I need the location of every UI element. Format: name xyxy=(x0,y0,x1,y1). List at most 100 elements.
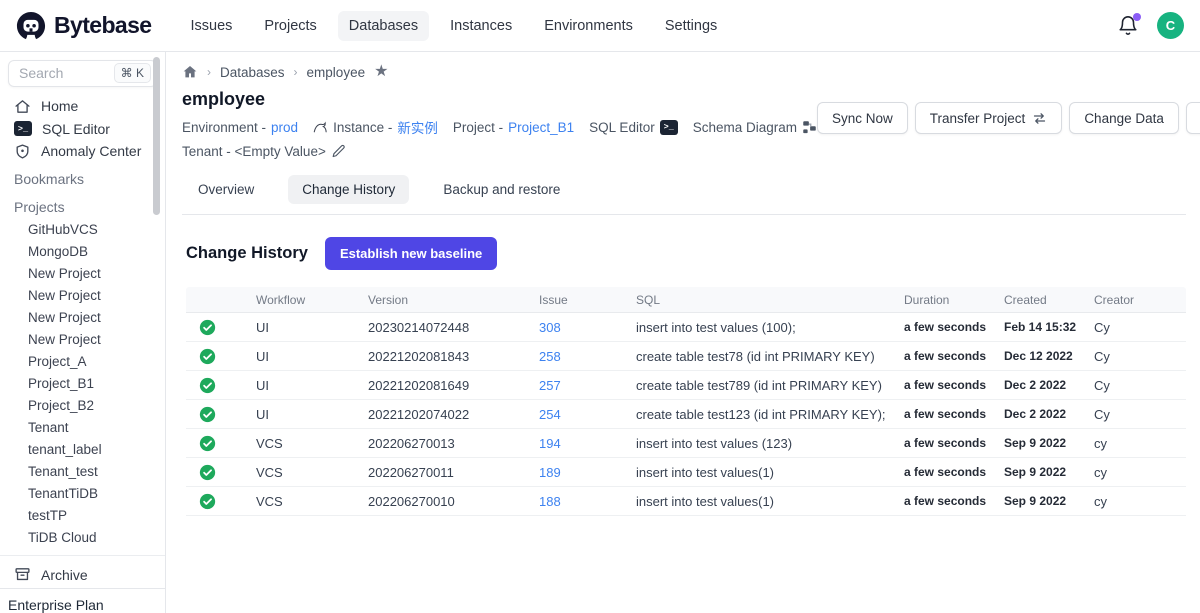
col-sql: SQL xyxy=(636,293,904,307)
nav-item[interactable]: Databases xyxy=(338,11,429,41)
navbar-right: C xyxy=(1117,12,1184,39)
bookmark-star-icon[interactable]: ★ xyxy=(374,64,388,80)
user-avatar[interactable]: C xyxy=(1157,12,1184,39)
tab[interactable]: Overview xyxy=(184,175,268,204)
sidebar-item-archive[interactable]: Archive xyxy=(0,563,165,586)
sidebar-project-item[interactable]: New Project xyxy=(0,262,165,284)
nav-item[interactable]: Instances xyxy=(439,11,523,41)
schema-diagram-shortcut[interactable]: Schema Diagram xyxy=(693,120,817,135)
cell-workflow: UI xyxy=(256,378,368,393)
cell-sql: create table test789 (id int PRIMARY KEY… xyxy=(636,378,904,393)
search-box[interactable]: ⌘ K xyxy=(8,60,157,87)
nav-item[interactable]: Environments xyxy=(533,11,644,41)
col-duration: Duration xyxy=(904,293,1004,307)
sidebar-item-anomaly-center[interactable]: Anomaly Center xyxy=(0,140,165,163)
sidebar-project-item[interactable]: GitHubVCS xyxy=(0,218,165,240)
status-success-icon xyxy=(186,464,256,481)
issue-link[interactable]: 308 xyxy=(539,320,636,335)
cell-created: Sep 9 2022 xyxy=(1004,436,1094,450)
projects-section-label: Projects xyxy=(0,194,165,218)
establish-baseline-button[interactable]: Establish new baseline xyxy=(325,237,497,270)
status-success-icon xyxy=(186,319,256,336)
tab[interactable]: Change History xyxy=(288,175,409,204)
nav-item[interactable]: Issues xyxy=(179,11,243,41)
issue-link[interactable]: 257 xyxy=(539,378,636,393)
home-icon xyxy=(14,98,31,115)
issue-link[interactable]: 194 xyxy=(539,436,636,451)
sidebar-project-item[interactable]: Project_B1 xyxy=(0,372,165,394)
shield-icon xyxy=(14,143,31,160)
sidebar-item-sql-editor[interactable]: >_ SQL Editor xyxy=(0,117,165,140)
breadcrumb-databases[interactable]: Databases xyxy=(220,65,285,80)
sidebar-project-item[interactable]: testTP xyxy=(0,504,165,526)
top-navbar: Bytebase Issues Projects Databases Insta… xyxy=(0,0,1200,52)
search-input[interactable] xyxy=(19,65,110,81)
alter-schema-button[interactable]: Alter Schema xyxy=(1186,102,1200,134)
cell-created: Dec 2 2022 xyxy=(1004,378,1094,392)
terminal-icon: >_ xyxy=(660,120,678,135)
sidebar-project-item[interactable]: MongoDB xyxy=(0,240,165,262)
change-data-button[interactable]: Change Data xyxy=(1069,102,1179,134)
cell-workflow: VCS xyxy=(256,465,368,480)
cell-duration: a few seconds xyxy=(904,320,1004,334)
table-row[interactable]: UI 20230214072448 308 insert into test v… xyxy=(186,313,1186,342)
main-content: › Databases › employee ★ employee Enviro… xyxy=(166,52,1200,613)
sidebar-project-item[interactable]: tenant_label xyxy=(0,438,165,460)
environment-link[interactable]: prod xyxy=(271,120,298,135)
cell-duration: a few seconds xyxy=(904,349,1004,363)
cell-creator: Cy xyxy=(1094,349,1186,364)
edit-pencil-icon[interactable] xyxy=(331,144,346,159)
terminal-icon: >_ xyxy=(14,121,32,136)
table-row[interactable]: VCS 202206270013 194 insert into test va… xyxy=(186,429,1186,458)
status-success-icon xyxy=(186,377,256,394)
sidebar-project-item[interactable]: TenantTiDB xyxy=(0,482,165,504)
table-row[interactable]: VCS 202206270010 188 insert into test va… xyxy=(186,487,1186,516)
sidebar-project-item[interactable]: TiDB Cloud xyxy=(0,526,165,548)
database-meta-line-1: Environment - prod Instance - 新实例 P xyxy=(182,117,817,137)
cell-duration: a few seconds xyxy=(904,494,1004,508)
issue-link[interactable]: 254 xyxy=(539,407,636,422)
nav-item[interactable]: Settings xyxy=(654,11,728,41)
instance-link[interactable]: 新实例 xyxy=(397,117,438,137)
sidebar-projects-list: GitHubVCS MongoDB New Project New Projec… xyxy=(0,218,165,548)
breadcrumb-employee[interactable]: employee xyxy=(307,65,366,80)
bytebase-logo[interactable]: Bytebase xyxy=(16,11,151,41)
sidebar-project-item[interactable]: Project_B2 xyxy=(0,394,165,416)
change-history-heading: Change History xyxy=(186,244,308,263)
schema-diagram-icon xyxy=(802,120,817,135)
project-link[interactable]: Project_B1 xyxy=(508,120,574,135)
cell-workflow: UI xyxy=(256,320,368,335)
col-workflow: Workflow xyxy=(256,293,368,307)
sidebar-project-item[interactable]: Tenant xyxy=(0,416,165,438)
sql-editor-shortcut[interactable]: SQL Editor >_ xyxy=(589,120,678,135)
breadcrumb-home-icon[interactable] xyxy=(182,64,198,80)
sidebar-scrollbar[interactable] xyxy=(153,57,160,215)
issue-link[interactable]: 189 xyxy=(539,465,636,480)
sync-now-button[interactable]: Sync Now xyxy=(817,102,908,134)
sidebar-item-home[interactable]: Home xyxy=(0,95,165,118)
sidebar-project-item[interactable]: New Project xyxy=(0,284,165,306)
sidebar-project-item[interactable]: New Project xyxy=(0,306,165,328)
sidebar-project-item[interactable]: Project_A xyxy=(0,350,165,372)
table-row[interactable]: UI 20221202081843 258 create table test7… xyxy=(186,342,1186,371)
nav-item[interactable]: Projects xyxy=(253,11,327,41)
cell-sql: create table test123 (id int PRIMARY KEY… xyxy=(636,407,904,422)
cell-created: Dec 2 2022 xyxy=(1004,407,1094,421)
issue-link[interactable]: 188 xyxy=(539,494,636,509)
notifications-bell-icon[interactable] xyxy=(1117,15,1139,37)
cell-sql: create table test78 (id int PRIMARY KEY) xyxy=(636,349,904,364)
tab[interactable]: Backup and restore xyxy=(429,175,574,204)
cell-creator: Cy xyxy=(1094,378,1186,393)
plan-label[interactable]: Enterprise Plan xyxy=(0,588,165,613)
table-row[interactable]: UI 20221202081649 257 create table test7… xyxy=(186,371,1186,400)
sidebar-project-item[interactable]: Tenant_test xyxy=(0,460,165,482)
sidebar-project-item[interactable]: New Project xyxy=(0,328,165,350)
cell-version: 20221202074022 xyxy=(368,407,539,422)
cell-creator: cy xyxy=(1094,494,1186,509)
table-row[interactable]: VCS 202206270011 189 insert into test va… xyxy=(186,458,1186,487)
table-row[interactable]: UI 20221202074022 254 create table test1… xyxy=(186,400,1186,429)
project-meta: Project - Project_B1 xyxy=(453,120,574,135)
issue-link[interactable]: 258 xyxy=(539,349,636,364)
status-success-icon xyxy=(186,406,256,423)
transfer-project-button[interactable]: Transfer Project xyxy=(915,102,1063,134)
